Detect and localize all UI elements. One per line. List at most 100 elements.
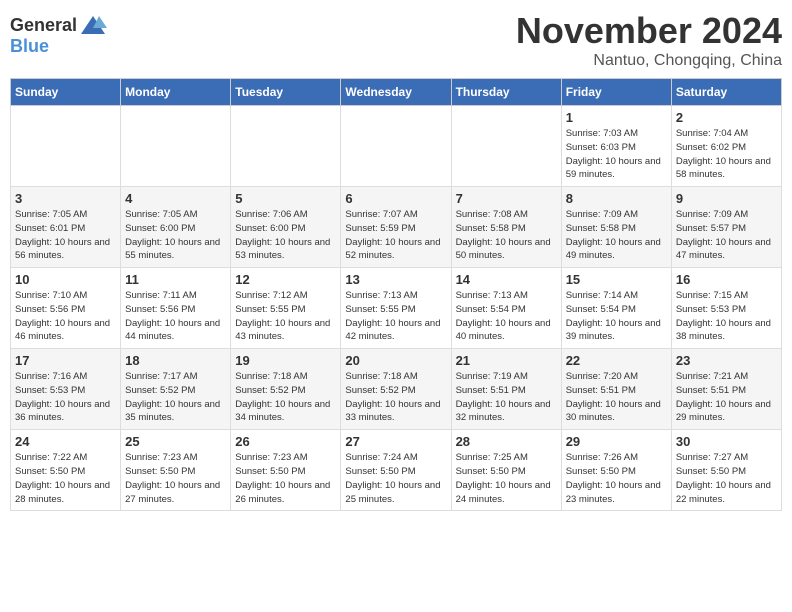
day-number: 23	[676, 353, 777, 368]
day-number: 30	[676, 434, 777, 449]
day-number: 14	[456, 272, 557, 287]
weekday-row: SundayMondayTuesdayWednesdayThursdayFrid…	[11, 79, 782, 106]
day-number: 4	[125, 191, 226, 206]
calendar-cell: 16Sunrise: 7:15 AM Sunset: 5:53 PM Dayli…	[671, 268, 781, 349]
calendar-header: SundayMondayTuesdayWednesdayThursdayFrid…	[11, 79, 782, 106]
day-info: Sunrise: 7:18 AM Sunset: 5:52 PM Dayligh…	[345, 370, 446, 425]
calendar-cell: 14 Sunrise: 7:13 AM Sunset: 5:54 PM Dayli…	[451, 268, 561, 349]
day-number: 6	[345, 191, 446, 206]
calendar-cell	[451, 106, 561, 187]
calendar-week-2: 10 Sunrise: 7:10 AM Sunset: 5:56 PM Dayli…	[11, 268, 782, 349]
day-info: Sunrise: 7:09 AM Sunset: 5:58 PM Dayligh…	[566, 208, 667, 263]
day-number: 7	[456, 191, 557, 206]
day-number: 8	[566, 191, 667, 206]
day-number: 28	[456, 434, 557, 449]
weekday-header-saturday: Saturday	[671, 79, 781, 106]
calendar-cell: 5Sunrise: 7:06 AM Sunset: 6:00 PM Daylig…	[231, 187, 341, 268]
header: General Blue November 2024 Nantuo, Chong…	[10, 10, 782, 70]
day-info: Sunrise: 7:20 AM Sunset: 5:51 PM Dayligh…	[566, 370, 667, 425]
calendar-cell: 12 Sunrise: 7:12 AM Sunset: 5:55 PM Dayli…	[231, 268, 341, 349]
weekday-header-tuesday: Tuesday	[231, 79, 341, 106]
calendar-cell: 7 Sunrise: 7:08 AM Sunset: 5:58 PM Daylig…	[451, 187, 561, 268]
calendar-cell: 20 Sunrise: 7:18 AM Sunset: 5:52 PM Dayli…	[341, 349, 451, 430]
day-info: Sunrise: 7:27 AM Sunset: 5:50 PM Dayligh…	[676, 451, 777, 506]
calendar-cell: 2 Sunrise: 7:04 AM Sunset: 6:02 PM Daylig…	[671, 106, 781, 187]
calendar-cell: 13 Sunrise: 7:13 AM Sunset: 5:55 PM Dayli…	[341, 268, 451, 349]
calendar-week-0: 1 Sunrise: 7:03 AM Sunset: 6:03 PM Daylig…	[11, 106, 782, 187]
day-info: Sunrise: 7:23 AM Sunset: 5:50 PM Dayligh…	[235, 451, 336, 506]
calendar-cell	[121, 106, 231, 187]
calendar-cell: 8 Sunrise: 7:09 AM Sunset: 5:58 PM Daylig…	[561, 187, 671, 268]
day-info: Sunrise: 7:13 AM Sunset: 5:55 PM Dayligh…	[345, 289, 446, 344]
day-info: Sunrise: 7:26 AM Sunset: 5:50 PM Dayligh…	[566, 451, 667, 506]
day-info: Sunrise: 7:21 AM Sunset: 5:51 PM Dayligh…	[676, 370, 777, 425]
day-number: 17	[15, 353, 116, 368]
day-number: 25	[125, 434, 226, 449]
calendar-cell: 3 Sunrise: 7:05 AM Sunset: 6:01 PM Daylig…	[11, 187, 121, 268]
day-info: Sunrise: 7:18 AM Sunset: 5:52 PM Dayligh…	[235, 370, 336, 425]
day-info: Sunrise: 7:24 AM Sunset: 5:50 PM Dayligh…	[345, 451, 446, 506]
day-number: 10	[15, 272, 116, 287]
day-number: 5	[235, 191, 336, 206]
calendar-cell: 28 Sunrise: 7:25 AM Sunset: 5:50 PM Dayli…	[451, 430, 561, 511]
calendar-cell: 24Sunrise: 7:22 AM Sunset: 5:50 PM Dayli…	[11, 430, 121, 511]
day-info: Sunrise: 7:04 AM Sunset: 6:02 PM Dayligh…	[676, 127, 777, 182]
day-info: Sunrise: 7:16 AM Sunset: 5:53 PM Dayligh…	[15, 370, 116, 425]
calendar-week-1: 3 Sunrise: 7:05 AM Sunset: 6:01 PM Daylig…	[11, 187, 782, 268]
weekday-header-sunday: Sunday	[11, 79, 121, 106]
day-info: Sunrise: 7:15 AM Sunset: 5:53 PM Dayligh…	[676, 289, 777, 344]
day-number: 13	[345, 272, 446, 287]
day-info: Sunrise: 7:23 AM Sunset: 5:50 PM Dayligh…	[125, 451, 226, 506]
day-info: Sunrise: 7:19 AM Sunset: 5:51 PM Dayligh…	[456, 370, 557, 425]
day-info: Sunrise: 7:08 AM Sunset: 5:58 PM Dayligh…	[456, 208, 557, 263]
day-number: 26	[235, 434, 336, 449]
calendar-cell	[11, 106, 121, 187]
calendar-cell: 19 Sunrise: 7:18 AM Sunset: 5:52 PM Dayli…	[231, 349, 341, 430]
weekday-header-friday: Friday	[561, 79, 671, 106]
day-number: 9	[676, 191, 777, 206]
calendar-cell: 30 Sunrise: 7:27 AM Sunset: 5:50 PM Dayli…	[671, 430, 781, 511]
day-info: Sunrise: 7:12 AM Sunset: 5:55 PM Dayligh…	[235, 289, 336, 344]
day-number: 3	[15, 191, 116, 206]
day-number: 11	[125, 272, 226, 287]
calendar-week-3: 17 Sunrise: 7:16 AM Sunset: 5:53 PM Dayli…	[11, 349, 782, 430]
day-info: Sunrise: 7:03 AM Sunset: 6:03 PM Dayligh…	[566, 127, 667, 182]
calendar-cell: 18Sunrise: 7:17 AM Sunset: 5:52 PM Dayli…	[121, 349, 231, 430]
calendar-cell	[231, 106, 341, 187]
logo-icon	[79, 14, 107, 36]
title-area: November 2024 Nantuo, Chongqing, China	[516, 10, 782, 70]
weekday-header-monday: Monday	[121, 79, 231, 106]
day-info: Sunrise: 7:22 AM Sunset: 5:50 PM Dayligh…	[15, 451, 116, 506]
calendar-cell: 6 Sunrise: 7:07 AM Sunset: 5:59 PM Daylig…	[341, 187, 451, 268]
day-number: 2	[676, 110, 777, 125]
day-number: 21	[456, 353, 557, 368]
calendar-cell: 22 Sunrise: 7:20 AM Sunset: 5:51 PM Dayli…	[561, 349, 671, 430]
location-title: Nantuo, Chongqing, China	[516, 52, 782, 70]
month-title: November 2024	[516, 10, 782, 52]
calendar-week-4: 24Sunrise: 7:22 AM Sunset: 5:50 PM Dayli…	[11, 430, 782, 511]
calendar-body: 1 Sunrise: 7:03 AM Sunset: 6:03 PM Daylig…	[11, 106, 782, 511]
day-number: 20	[345, 353, 446, 368]
day-number: 12	[235, 272, 336, 287]
day-info: Sunrise: 7:13 AM Sunset: 5:54 PM Dayligh…	[456, 289, 557, 344]
day-info: Sunrise: 7:05 AM Sunset: 6:01 PM Dayligh…	[15, 208, 116, 263]
calendar-cell: 10 Sunrise: 7:10 AM Sunset: 5:56 PM Dayli…	[11, 268, 121, 349]
day-info: Sunrise: 7:07 AM Sunset: 5:59 PM Dayligh…	[345, 208, 446, 263]
calendar-cell: 25 Sunrise: 7:23 AM Sunset: 5:50 PM Dayli…	[121, 430, 231, 511]
day-info: Sunrise: 7:11 AM Sunset: 5:56 PM Dayligh…	[125, 289, 226, 344]
day-info: Sunrise: 7:25 AM Sunset: 5:50 PM Dayligh…	[456, 451, 557, 506]
day-info: Sunrise: 7:17 AM Sunset: 5:52 PM Dayligh…	[125, 370, 226, 425]
calendar-cell: 11 Sunrise: 7:11 AM Sunset: 5:56 PM Dayli…	[121, 268, 231, 349]
calendar-cell: 4Sunrise: 7:05 AM Sunset: 6:00 PM Daylig…	[121, 187, 231, 268]
day-number: 1	[566, 110, 667, 125]
day-number: 19	[235, 353, 336, 368]
day-info: Sunrise: 7:10 AM Sunset: 5:56 PM Dayligh…	[15, 289, 116, 344]
logo: General Blue	[10, 14, 107, 57]
day-number: 22	[566, 353, 667, 368]
calendar-cell: 29Sunrise: 7:26 AM Sunset: 5:50 PM Dayli…	[561, 430, 671, 511]
calendar-table: SundayMondayTuesdayWednesdayThursdayFrid…	[10, 78, 782, 511]
day-number: 27	[345, 434, 446, 449]
calendar-cell: 9Sunrise: 7:09 AM Sunset: 5:57 PM Daylig…	[671, 187, 781, 268]
calendar-cell: 17 Sunrise: 7:16 AM Sunset: 5:53 PM Dayli…	[11, 349, 121, 430]
day-number: 15	[566, 272, 667, 287]
